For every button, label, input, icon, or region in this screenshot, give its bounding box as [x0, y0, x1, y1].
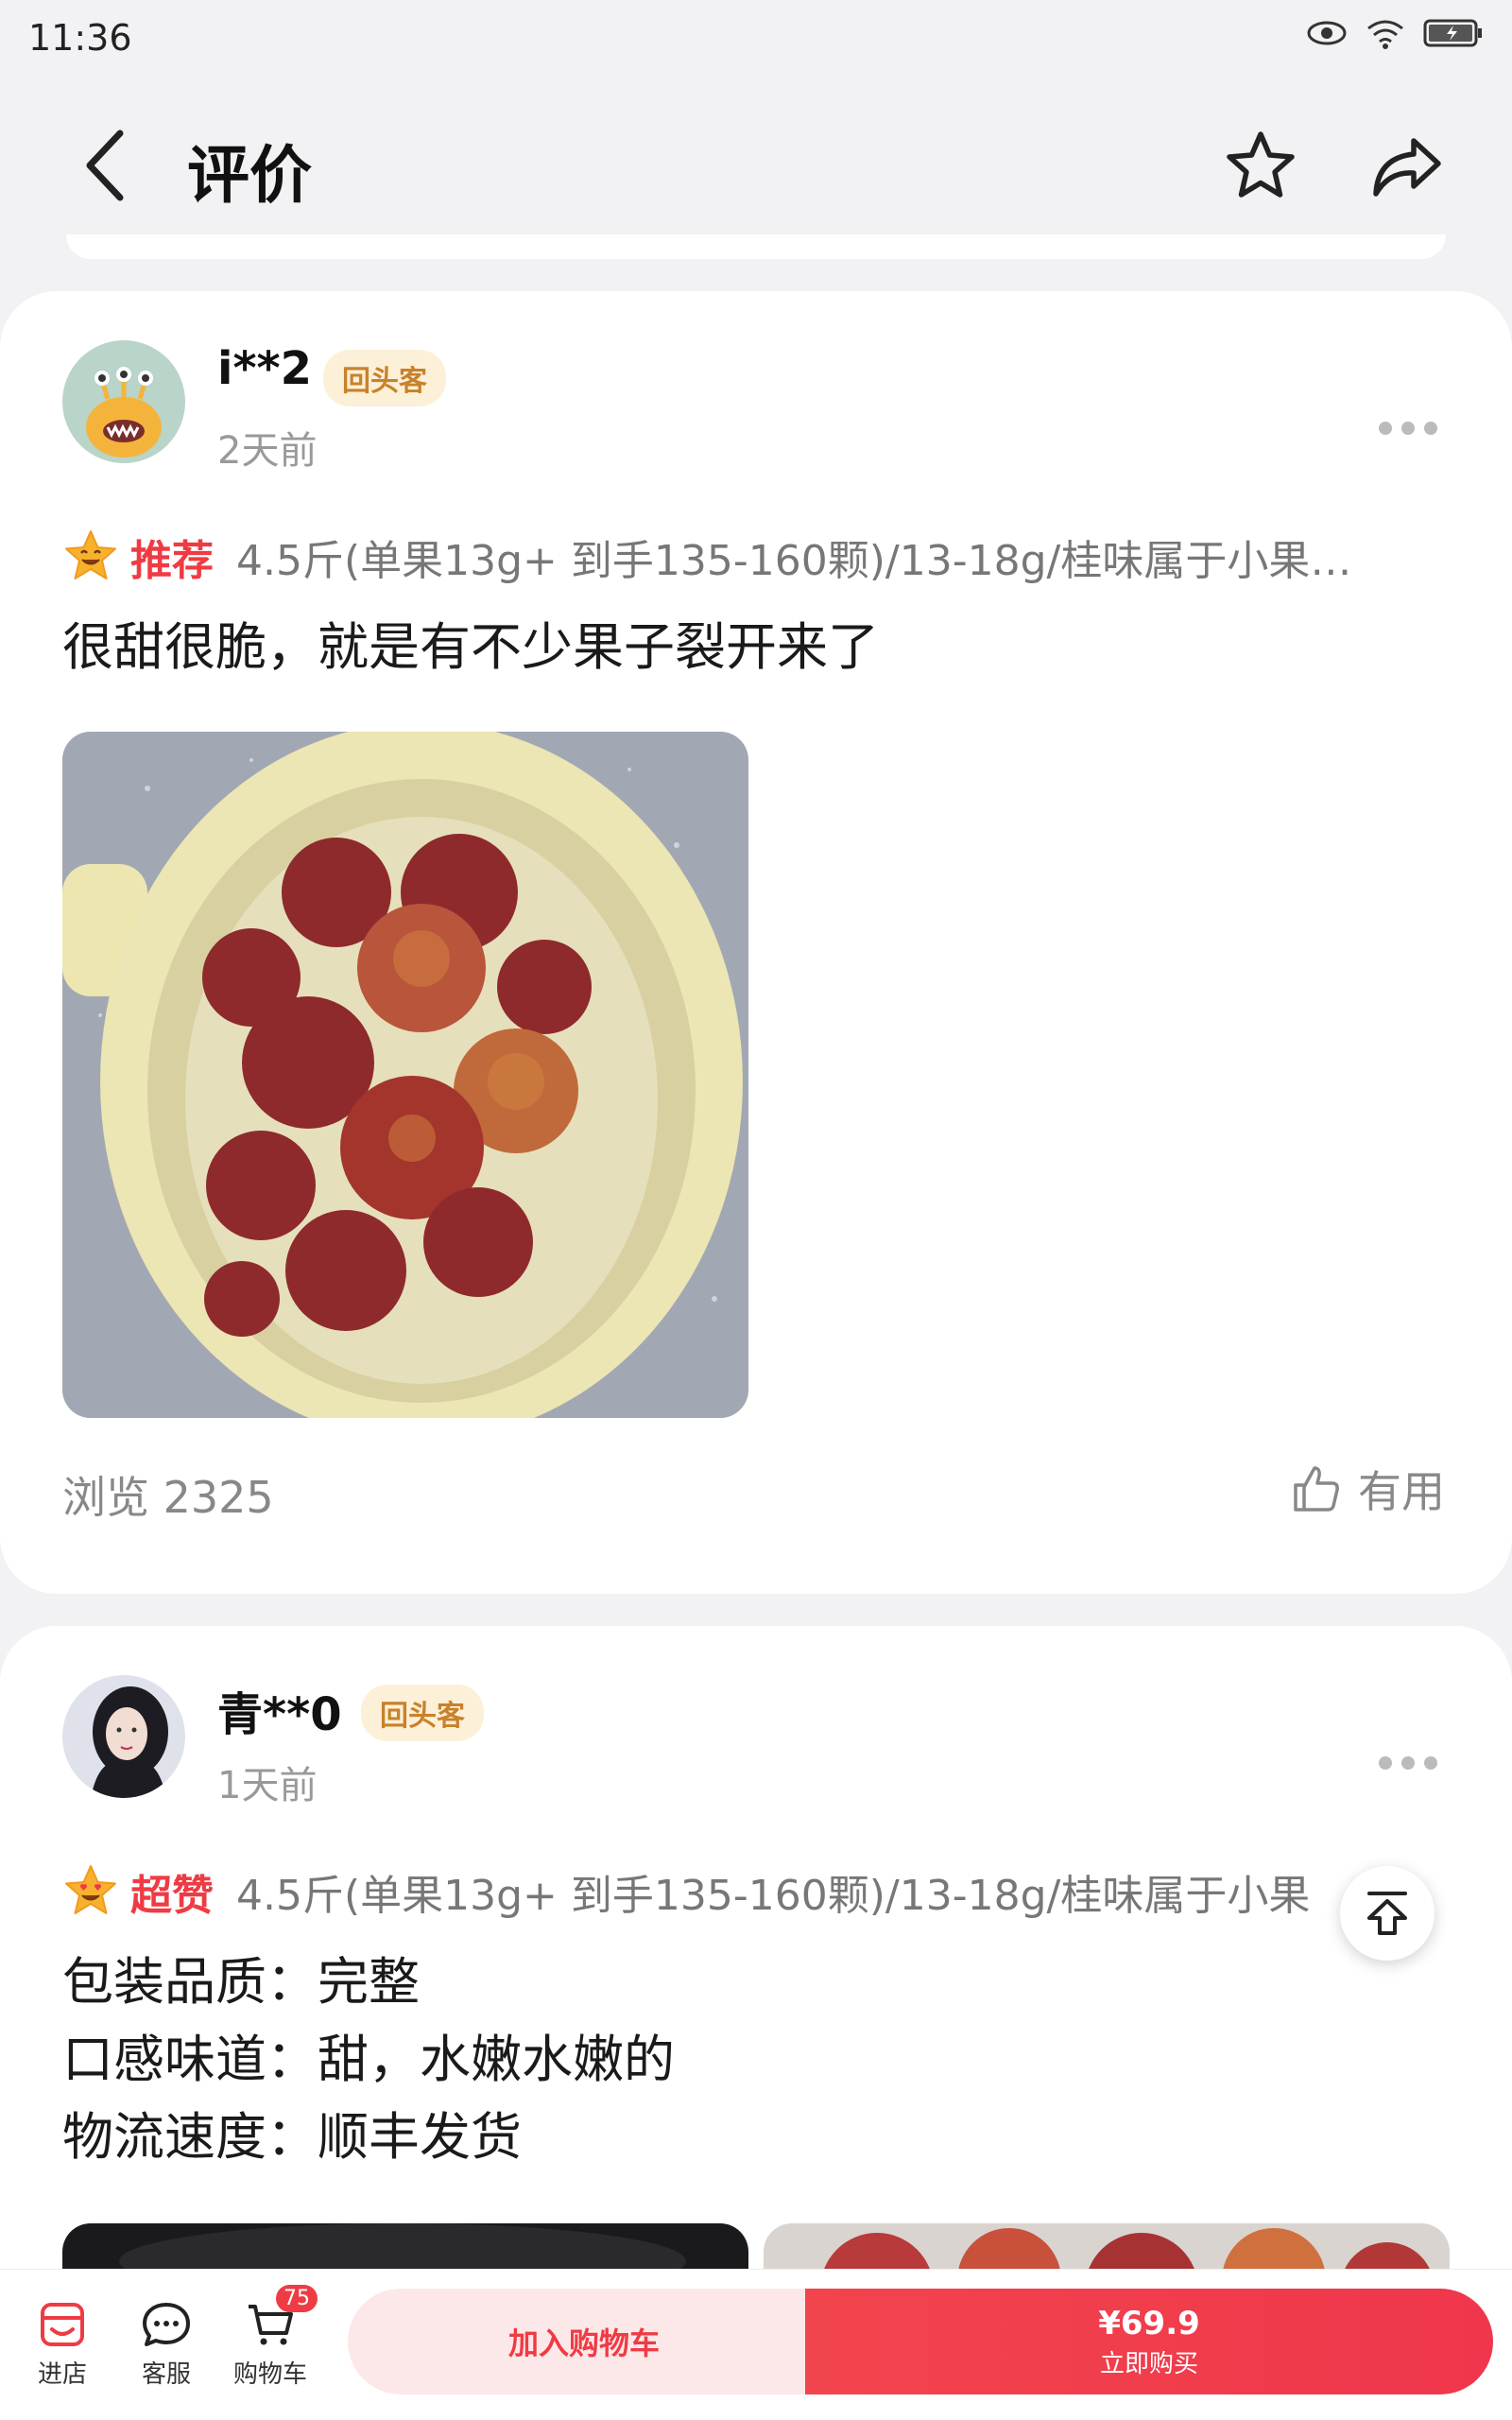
page-title: 评价 [187, 139, 312, 212]
dot [1379, 1756, 1392, 1770]
review-text-line: 物流速度：顺丰发货 [62, 2107, 522, 2167]
favorite-button[interactable] [1215, 121, 1306, 212]
review-text-line: 包装品质：完整 [62, 1952, 420, 2012]
heart-eyes-star-icon [65, 1865, 116, 1914]
review-card: i**2 回头客 2天前 推荐 4.5斤(单果13g+ 到手135-160颗)/… [0, 291, 1512, 1594]
more-options-button[interactable] [1370, 405, 1446, 452]
smile-star-icon [65, 530, 116, 579]
sku-spec: 4.5斤(单果13g+ 到手135-160颗)/13-18g/桂味属于小果… [236, 537, 1352, 585]
dot [1379, 422, 1392, 435]
cart-label: 购物车 [232, 2360, 307, 2389]
buy-now-label: 立即购买 [1099, 2349, 1198, 2378]
review-photo[interactable] [62, 732, 748, 1418]
rating-label: 推荐 [130, 537, 214, 585]
rating-label: 超赞 [130, 1872, 214, 1920]
bottom-action-bar: 进店 客服 购物车 75 加入购物车 ¥69.9 立即购买 [0, 2269, 1512, 2420]
cart-count-badge: 75 [276, 2285, 318, 2312]
price: ¥69.9 [1098, 2304, 1200, 2342]
dot [1401, 422, 1415, 435]
returning-customer-badge: 回头客 [361, 1685, 484, 1741]
shop-button[interactable]: 进店 [15, 2298, 110, 2390]
username[interactable]: 青**0 [217, 1677, 342, 1743]
customer-service-button[interactable]: 客服 [119, 2298, 214, 2390]
wifi-icon [1367, 20, 1403, 49]
back-button[interactable] [66, 123, 142, 208]
star-icon [1227, 131, 1295, 198]
share-icon [1373, 138, 1441, 197]
dot [1401, 1756, 1415, 1770]
previous-card-edge [66, 234, 1446, 259]
status-bar: 11:36 [0, 0, 1512, 76]
rating-row: 超赞 4.5斤(单果13g+ 到手135-160颗)/13-18g/桂味属于小果 [62, 1858, 1329, 1925]
header: 评价 [0, 76, 1512, 246]
status-time: 11:36 [28, 17, 132, 59]
avatar[interactable] [62, 340, 185, 463]
shop-icon [41, 2303, 84, 2346]
cart-button[interactable]: 购物车 75 [223, 2285, 318, 2390]
share-button[interactable] [1361, 121, 1452, 212]
sku-spec: 4.5斤(单果13g+ 到手135-160颗)/13-18g/桂味属于小果 [236, 1872, 1311, 1920]
review-time: 1天前 [217, 1764, 318, 1807]
useful-label: 有用 [1358, 1466, 1445, 1517]
service-label: 客服 [141, 2360, 191, 2389]
dot [1424, 1756, 1437, 1770]
returning-customer-badge: 回头客 [323, 350, 446, 406]
buy-now-button[interactable]: ¥69.9 立即购买 [805, 2289, 1493, 2394]
shop-label: 进店 [37, 2360, 87, 2389]
dot [1424, 422, 1437, 435]
eye-icon [1307, 21, 1347, 45]
review-text: 很甜很脆，就是有不少果子裂开来了 [62, 617, 879, 677]
scroll-to-top-button[interactable] [1340, 1866, 1435, 1961]
avatar[interactable] [62, 1675, 185, 1798]
chat-icon [143, 2303, 190, 2346]
rating-row: 推荐 4.5斤(单果13g+ 到手135-160颗)/13-18g/桂味属于小果… [62, 524, 1452, 590]
useful-button[interactable]: 有用 [1290, 1458, 1445, 1520]
battery-icon [1423, 19, 1482, 47]
review-text-line: 口感味道：甜，水嫩水嫩的 [62, 2030, 675, 2089]
arrow-up-icon [1367, 1892, 1407, 1935]
more-options-button[interactable] [1370, 1739, 1446, 1787]
review-time: 2天前 [217, 429, 318, 473]
thumbs-up-icon [1294, 1466, 1339, 1512]
view-count: 浏览 2325 [62, 1472, 274, 1523]
status-icons [1306, 17, 1484, 49]
add-to-cart-button[interactable]: 加入购物车 [348, 2289, 820, 2394]
chevron-left-icon [86, 130, 124, 201]
username[interactable]: i**2 [217, 342, 312, 395]
